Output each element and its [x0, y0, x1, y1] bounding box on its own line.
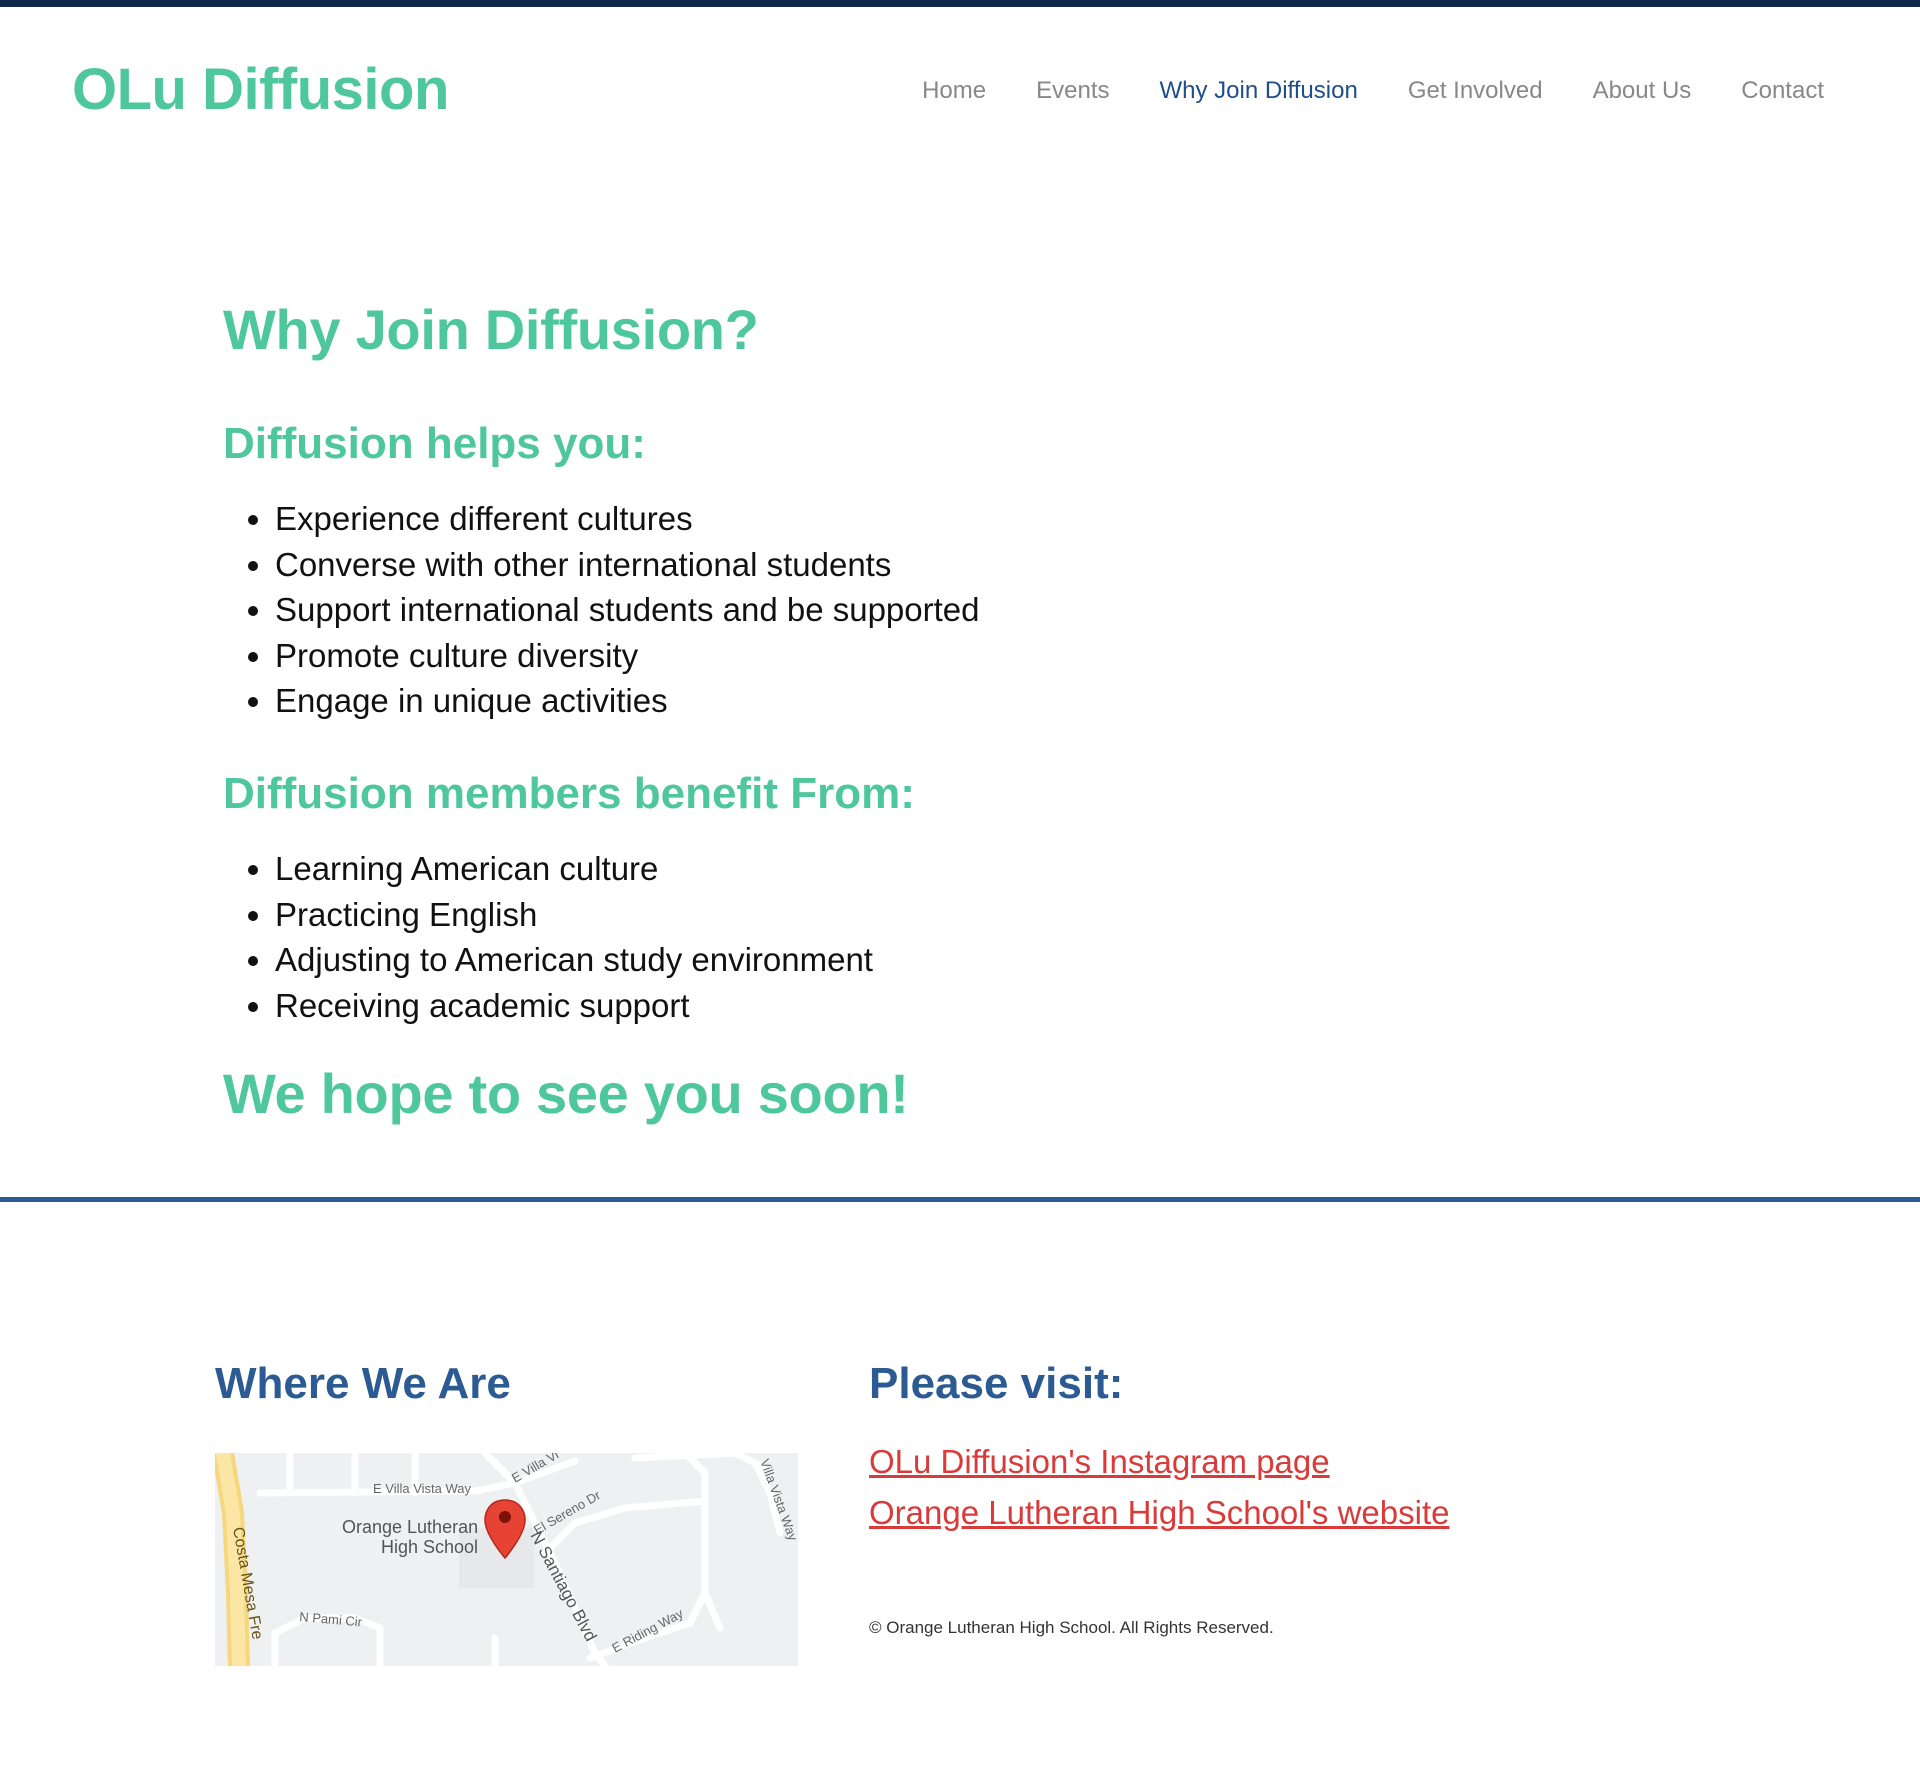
where-we-are-heading: Where We Are: [215, 1359, 511, 1408]
main-nav: Home Events Why Join Diffusion Get Invol…: [922, 74, 1824, 108]
benefits-list: Learning American culture Practicing Eng…: [223, 846, 1423, 1028]
page-title: Why Join Diffusion?: [223, 298, 759, 361]
helps-heading: Diffusion helps you:: [223, 419, 646, 468]
benefits-list-wrap: Learning American culture Practicing Eng…: [223, 846, 1423, 1028]
location-map[interactable]: E Villa Vista Way E Villa Vi Villa Vista…: [215, 1453, 798, 1666]
list-item: Learning American culture: [275, 846, 1423, 892]
school-website-link[interactable]: Orange Lutheran High School's website: [869, 1487, 1449, 1538]
nav-contact[interactable]: Contact: [1741, 74, 1824, 108]
list-item: Adjusting to American study environment: [275, 937, 1423, 983]
nav-events[interactable]: Events: [1036, 74, 1109, 108]
copyright-text: © Orange Lutheran High School. All Right…: [869, 1618, 1274, 1637]
nav-about-us[interactable]: About Us: [1593, 74, 1692, 108]
helps-list-wrap: Experience different cultures Converse w…: [223, 496, 1423, 724]
list-item: Support international students and be su…: [275, 587, 1423, 633]
instagram-link[interactable]: OLu Diffusion's Instagram page: [869, 1436, 1449, 1487]
benefits-section: Diffusion members benefit From:: [223, 766, 1423, 822]
top-accent-bar: [0, 0, 1920, 7]
place-label: Orange Lutheran: [342, 1517, 478, 1537]
place-label: High School: [381, 1537, 478, 1557]
map-graphic: E Villa Vista Way E Villa Vi Villa Vista…: [215, 1453, 798, 1666]
closing-section: We hope to see you soon!: [223, 1054, 1423, 1134]
external-links: OLu Diffusion's Instagram page Orange Lu…: [869, 1436, 1449, 1538]
list-item: Receiving academic support: [275, 983, 1423, 1029]
closing-message: We hope to see you soon!: [223, 1062, 909, 1125]
helps-list: Experience different cultures Converse w…: [223, 496, 1423, 724]
nav-why-join-diffusion[interactable]: Why Join Diffusion: [1160, 74, 1358, 108]
list-item: Practicing English: [275, 892, 1423, 938]
list-item: Converse with other international studen…: [275, 542, 1423, 588]
section-divider: [0, 1197, 1920, 1202]
nav-home[interactable]: Home: [922, 74, 986, 108]
nav-get-involved[interactable]: Get Involved: [1408, 74, 1543, 108]
site-logo-text[interactable]: OLu Diffusion: [72, 50, 449, 130]
street-label: E Villa Vista Way: [373, 1481, 472, 1496]
helps-section: Diffusion helps you:: [223, 416, 1423, 472]
list-item: Engage in unique activities: [275, 678, 1423, 724]
main-content: Why Join Diffusion?: [223, 290, 1423, 370]
please-visit-heading: Please visit:: [869, 1359, 1124, 1408]
list-item: Experience different cultures: [275, 496, 1423, 542]
list-item: Promote culture diversity: [275, 633, 1423, 679]
benefits-heading: Diffusion members benefit From:: [223, 769, 915, 818]
